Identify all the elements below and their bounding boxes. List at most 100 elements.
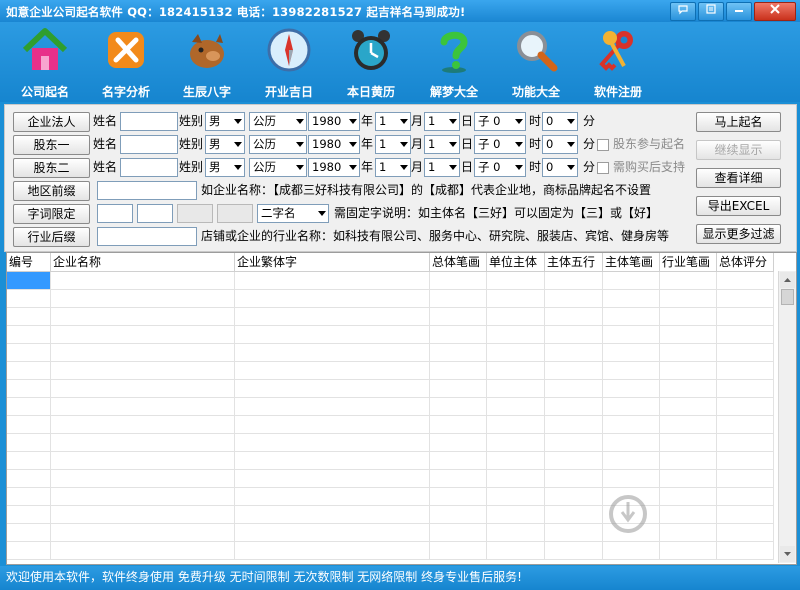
- table-cell[interactable]: [7, 542, 51, 560]
- table-row[interactable]: [7, 470, 774, 488]
- skin-menu-icon[interactable]: [670, 2, 696, 21]
- table-cell[interactable]: [235, 488, 430, 506]
- table-cell[interactable]: [603, 344, 660, 362]
- shareholder-participate-checkbox[interactable]: [597, 139, 609, 151]
- toolbar-birth-chart[interactable]: 生辰八字: [167, 24, 247, 100]
- table-cell[interactable]: [235, 470, 430, 488]
- table-cell[interactable]: [660, 308, 717, 326]
- table-cell[interactable]: [660, 290, 717, 308]
- hour-select[interactable]: 子 0: [474, 112, 526, 131]
- table-cell[interactable]: [51, 542, 235, 560]
- table-cell[interactable]: [660, 398, 717, 416]
- year-select[interactable]: 1980: [308, 112, 360, 131]
- day-select[interactable]: 1: [424, 135, 460, 154]
- toolbar-opening-date[interactable]: 开业吉日: [249, 24, 329, 100]
- view-details-button[interactable]: 查看详细: [696, 168, 781, 188]
- table-cell[interactable]: [660, 344, 717, 362]
- table-cell[interactable]: [603, 398, 660, 416]
- scroll-up-icon[interactable]: [780, 272, 795, 288]
- table-cell[interactable]: [717, 326, 774, 344]
- table-cell[interactable]: [487, 470, 545, 488]
- column-header[interactable]: 行业笔画: [660, 253, 717, 271]
- column-header[interactable]: 主体笔画: [603, 253, 660, 271]
- table-cell[interactable]: [430, 290, 487, 308]
- settings-icon[interactable]: [698, 2, 724, 21]
- calendar-select[interactable]: 公历: [249, 135, 307, 154]
- hour-select[interactable]: 子 0: [474, 135, 526, 154]
- table-cell[interactable]: [660, 542, 717, 560]
- word-limit-button[interactable]: 字词限定: [13, 204, 90, 224]
- table-cell[interactable]: [235, 308, 430, 326]
- table-cell[interactable]: [430, 308, 487, 326]
- table-cell[interactable]: [660, 272, 717, 290]
- table-cell[interactable]: [603, 470, 660, 488]
- table-cell[interactable]: [7, 488, 51, 506]
- table-cell[interactable]: [660, 434, 717, 452]
- minute-select[interactable]: 0: [542, 135, 578, 154]
- day-select[interactable]: 1: [424, 112, 460, 131]
- table-cell[interactable]: [545, 362, 603, 380]
- table-cell[interactable]: [487, 488, 545, 506]
- table-cell[interactable]: [51, 272, 235, 290]
- fixed-char-input-1[interactable]: [97, 204, 133, 223]
- table-cell[interactable]: [235, 398, 430, 416]
- table-cell[interactable]: [51, 452, 235, 470]
- scroll-down-icon[interactable]: [780, 546, 795, 562]
- table-cell[interactable]: [487, 542, 545, 560]
- table-cell[interactable]: [51, 344, 235, 362]
- gender-select[interactable]: 男: [205, 158, 245, 177]
- table-cell[interactable]: [235, 542, 430, 560]
- table-cell[interactable]: [545, 506, 603, 524]
- table-cell[interactable]: [487, 344, 545, 362]
- table-cell[interactable]: [235, 272, 430, 290]
- table-cell[interactable]: [717, 470, 774, 488]
- table-row[interactable]: [7, 290, 774, 308]
- table-row[interactable]: [7, 542, 774, 560]
- legal-person-button[interactable]: 企业法人: [13, 112, 90, 132]
- table-cell[interactable]: [7, 362, 51, 380]
- table-cell[interactable]: [7, 470, 51, 488]
- table-cell[interactable]: [603, 452, 660, 470]
- table-cell[interactable]: [7, 524, 51, 542]
- table-row[interactable]: [7, 398, 774, 416]
- table-row[interactable]: [7, 416, 774, 434]
- name-length-select[interactable]: 二字名: [257, 204, 329, 223]
- calendar-select[interactable]: 公历: [249, 158, 307, 177]
- month-select[interactable]: 1: [375, 112, 411, 131]
- table-cell[interactable]: [51, 434, 235, 452]
- table-cell[interactable]: [51, 524, 235, 542]
- table-cell[interactable]: [235, 290, 430, 308]
- month-select[interactable]: 1: [375, 158, 411, 177]
- table-row[interactable]: [7, 362, 774, 380]
- table-cell[interactable]: [7, 506, 51, 524]
- table-cell[interactable]: [603, 434, 660, 452]
- table-cell[interactable]: [51, 470, 235, 488]
- table-cell[interactable]: [545, 344, 603, 362]
- table-cell[interactable]: [430, 344, 487, 362]
- table-cell[interactable]: [545, 398, 603, 416]
- table-cell[interactable]: [717, 416, 774, 434]
- toolbar-dream-interpretation[interactable]: 解梦大全: [414, 24, 494, 100]
- table-cell[interactable]: [717, 272, 774, 290]
- table-cell[interactable]: [660, 470, 717, 488]
- table-cell[interactable]: [717, 398, 774, 416]
- industry-suffix-button[interactable]: 行业后缀: [13, 227, 90, 247]
- table-cell[interactable]: [487, 308, 545, 326]
- table-cell[interactable]: [487, 326, 545, 344]
- toolbar-all-functions[interactable]: 功能大全: [496, 24, 576, 100]
- table-row[interactable]: [7, 434, 774, 452]
- month-select[interactable]: 1: [375, 135, 411, 154]
- table-row[interactable]: [7, 272, 774, 290]
- table-cell[interactable]: [235, 344, 430, 362]
- column-header[interactable]: 企业繁体字: [235, 253, 430, 271]
- table-cell[interactable]: [717, 308, 774, 326]
- table-cell[interactable]: [51, 290, 235, 308]
- table-cell[interactable]: [235, 326, 430, 344]
- minimize-icon[interactable]: [726, 2, 752, 21]
- table-cell[interactable]: [545, 470, 603, 488]
- day-select[interactable]: 1: [424, 158, 460, 177]
- table-cell[interactable]: [430, 326, 487, 344]
- table-cell[interactable]: [717, 542, 774, 560]
- gender-select[interactable]: 男: [205, 112, 245, 131]
- table-cell[interactable]: [7, 452, 51, 470]
